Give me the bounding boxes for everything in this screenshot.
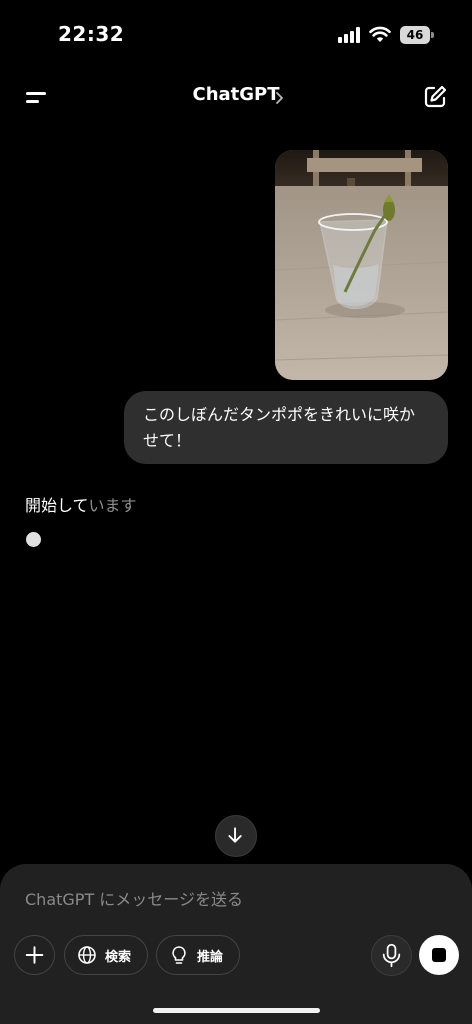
message-input[interactable]: ChatGPT にメッセージを送る	[25, 886, 243, 910]
assistant-status: 開始しています	[25, 492, 137, 516]
battery-icon: 46	[400, 26, 434, 44]
search-label: 検索	[105, 950, 132, 965]
search-button[interactable]: 検索	[64, 935, 148, 975]
globe-icon	[78, 946, 96, 964]
reason-label: 推論	[197, 950, 224, 965]
status-time: 22:32	[58, 22, 125, 46]
home-indicator[interactable]	[153, 1008, 320, 1013]
status-bar: 22:32 46	[0, 0, 472, 70]
plus-icon	[25, 946, 44, 964]
user-message-bubble: このしぼんだタンポポをきれいに咲かせて！	[124, 391, 448, 464]
reason-button[interactable]: 推論	[156, 935, 240, 975]
wifi-icon	[369, 26, 391, 42]
header: ChatGPT	[0, 70, 472, 126]
stop-icon	[432, 948, 446, 962]
thinking-indicator	[26, 532, 41, 547]
signal-icon	[338, 27, 362, 43]
stop-button[interactable]	[419, 935, 459, 975]
attach-button[interactable]	[14, 935, 55, 975]
page-title: ChatGPT	[192, 84, 280, 105]
edit-icon[interactable]	[420, 82, 450, 112]
assistant-status-main: 開始して	[25, 496, 89, 515]
scroll-down-button[interactable]	[215, 815, 257, 857]
lightbulb-icon	[172, 946, 186, 964]
assistant-status-fading: います	[88, 496, 137, 515]
attached-image[interactable]	[275, 150, 448, 380]
microphone-button[interactable]	[371, 935, 412, 976]
model-selector[interactable]: ChatGPT	[0, 84, 472, 105]
microphone-icon	[382, 943, 401, 968]
composer: ChatGPT にメッセージを送る 検索 推論	[0, 864, 472, 1024]
chevron-right-icon	[276, 92, 283, 104]
arrow-down-icon	[228, 827, 242, 843]
battery-level: 46	[400, 26, 430, 44]
